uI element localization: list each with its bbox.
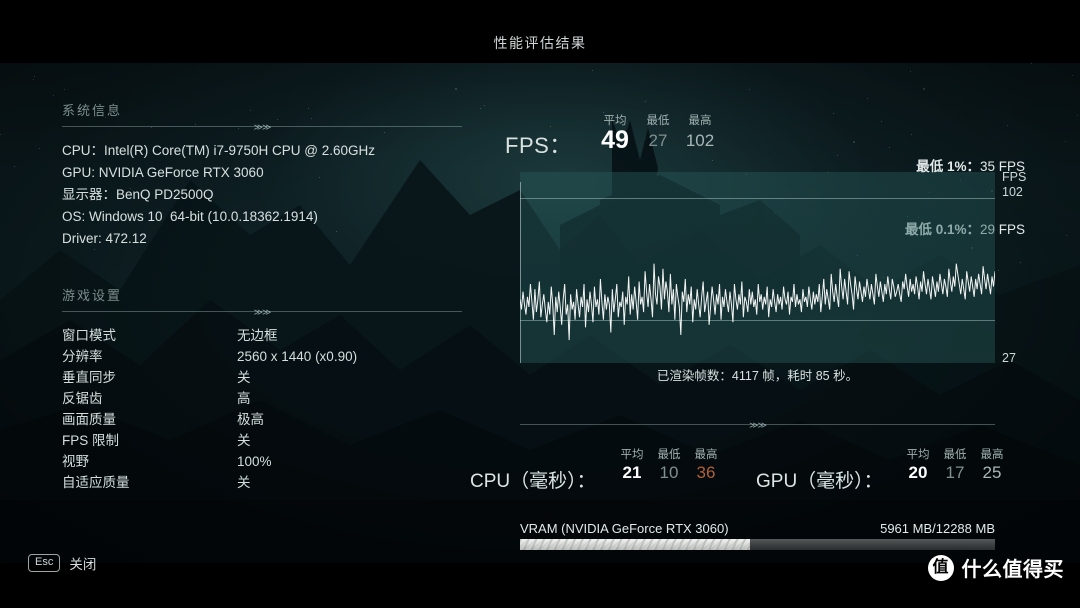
fps-graph-axis-unit: FPS	[1002, 170, 1027, 184]
vram-progress-fill	[520, 539, 751, 550]
system-info-os: OS: Windows 10 64-bit (10.0.18362.1914)	[62, 209, 318, 224]
game-settings-section: 游戏设置 ≫≫ 窗口模式 无边框 分辨率 2560 x 1440 (x0.90)…	[62, 285, 462, 493]
watermark: 值 什么值得买	[927, 553, 1065, 582]
fps-label: FPS：	[505, 133, 572, 158]
cpu-header-min: 最低	[657, 449, 681, 461]
setting-name: 视野	[62, 454, 89, 469]
setting-name: 窗口模式	[62, 328, 116, 343]
gpu-label: GPU（毫秒）：	[756, 471, 883, 492]
close-button[interactable]: Esc 关闭	[28, 553, 96, 573]
gpu-header-min: 最低	[943, 449, 967, 461]
fps-graph-axis-min: 27	[1002, 351, 1016, 365]
system-info-divider: ≫≫	[62, 122, 462, 134]
letterbox-bottom	[0, 563, 1080, 608]
setting-value: 关	[237, 475, 251, 490]
setting-name: 自适应质量	[62, 475, 130, 490]
divider-ornament-icon: ≫≫	[253, 307, 272, 317]
setting-row-vsync: 垂直同步 关	[62, 367, 462, 388]
gpu-value-max: 25	[982, 463, 1002, 482]
fps-graph-axis-top: FPS 102	[1002, 170, 1026, 200]
cpu-value-max: 36	[696, 463, 716, 482]
setting-row-fps-limit: FPS 限制 关	[62, 430, 462, 451]
fps-value-avg: 49	[601, 126, 629, 154]
fps-value-min: 27	[648, 131, 668, 150]
gpu-header-avg: 平均	[906, 449, 930, 461]
setting-row-quality: 画面质量 极高	[62, 409, 462, 430]
setting-value: 2560 x 1440 (x0.90)	[237, 349, 358, 364]
vram-value: 5961 MB/12288 MB	[880, 521, 995, 536]
fps-header-max: 最高	[688, 115, 712, 127]
setting-name: FPS 限制	[62, 433, 120, 448]
setting-row-adaptive-quality: 自适应质量 关	[62, 472, 462, 493]
system-info-cpu: CPU：Intel(R) Core(TM) i7-9750H CPU @ 2.6…	[62, 143, 376, 158]
rendered-frames-text: 已渲染帧数：4117 帧，耗时 85 秒。	[656, 369, 859, 383]
gpu-header-max: 最高	[980, 449, 1004, 461]
fps-value-max: 102	[685, 131, 715, 150]
cpu-label: CPU（毫秒）：	[470, 471, 596, 492]
vram-progress-bar	[520, 539, 995, 550]
vram-usage: VRAM (NVIDIA GeForce RTX 3060) 5961 MB/1…	[520, 521, 995, 550]
divider-ornament-icon: ≫≫	[253, 122, 272, 132]
divider-line: ≫≫	[520, 420, 995, 432]
fps-graph-axis-max: 102	[1002, 185, 1023, 199]
cpu-header-avg: 平均	[620, 449, 644, 461]
game-settings-divider: ≫≫	[62, 307, 462, 319]
game-settings-heading: 游戏设置	[62, 288, 123, 303]
gpu-value-min: 17	[945, 463, 965, 482]
setting-value: 关	[237, 370, 251, 385]
vram-text-row: VRAM (NVIDIA GeForce RTX 3060) 5961 MB/1…	[520, 521, 995, 536]
esc-key-badge: Esc	[28, 554, 61, 572]
system-info-gpu: GPU: NVIDIA GeForce RTX 3060	[62, 165, 264, 180]
cpu-header-max: 最高	[694, 449, 718, 461]
watermark-text: 什么值得买	[961, 559, 1064, 581]
fps-summary: FPS： 平均 最低 最高 49 27 102 最低 1%：35 FPS 最低 …	[505, 112, 1025, 237]
close-label: 关闭	[69, 557, 97, 572]
game-settings-list: 窗口模式 无边框 分辨率 2560 x 1440 (x0.90) 垂直同步 关 …	[62, 325, 462, 493]
page-title: 性能评估结果	[493, 35, 587, 51]
setting-name: 分辨率	[62, 349, 103, 364]
gpu-value-avg: 20	[908, 463, 928, 482]
setting-value: 无边框	[237, 328, 278, 343]
benchmark-result-screen: 系统信息 ≫≫ CPU：Intel(R) Core(TM) i7-9750H C…	[0, 0, 1080, 608]
setting-name: 反锯齿	[62, 391, 103, 406]
setting-value: 关	[237, 433, 251, 448]
system-info-driver: Driver: 472.12	[62, 231, 147, 246]
setting-row-resolution: 分辨率 2560 x 1440 (x0.90)	[62, 346, 462, 367]
fps-graph	[520, 172, 995, 363]
setting-name: 画面质量	[62, 412, 116, 427]
setting-row-window-mode: 窗口模式 无边框	[62, 325, 462, 346]
fps-graph-line	[520, 172, 995, 363]
setting-value: 100%	[237, 454, 272, 469]
cpu-frame-time: CPU（毫秒）： 平均 最低 最高 21 10 36	[470, 446, 718, 494]
system-info-section: 系统信息 ≫≫ CPU：Intel(R) Core(TM) i7-9750H C…	[62, 100, 462, 250]
setting-value: 极高	[237, 412, 264, 427]
setting-value: 高	[237, 391, 251, 406]
divider-ornament-icon: ≫≫	[749, 420, 767, 430]
system-info-heading: 系统信息	[62, 103, 123, 118]
setting-name: 垂直同步	[62, 370, 116, 385]
fps-header-min: 最低	[646, 115, 670, 127]
overlay-content: 系统信息 ≫≫ CPU：Intel(R) Core(TM) i7-9750H C…	[0, 0, 1080, 608]
cpu-value-min: 10	[659, 463, 679, 482]
letterbox-top	[0, 0, 1080, 63]
setting-row-antialiasing: 反锯齿 高	[62, 388, 462, 409]
vram-label: VRAM (NVIDIA GeForce RTX 3060)	[520, 521, 729, 536]
gpu-frame-time: GPU（毫秒）： 平均 最低 最高 20 17 25	[756, 446, 1004, 494]
setting-row-fov: 视野 100%	[62, 451, 462, 472]
system-info-list: CPU：Intel(R) Core(TM) i7-9750H CPU @ 2.6…	[62, 140, 462, 250]
frame-times-divider: ≫≫	[520, 420, 995, 432]
watermark-logo-icon: 值	[927, 554, 954, 581]
system-info-display: 显示器：BenQ PD2500Q	[62, 187, 214, 202]
cpu-value-avg: 21	[622, 463, 642, 482]
